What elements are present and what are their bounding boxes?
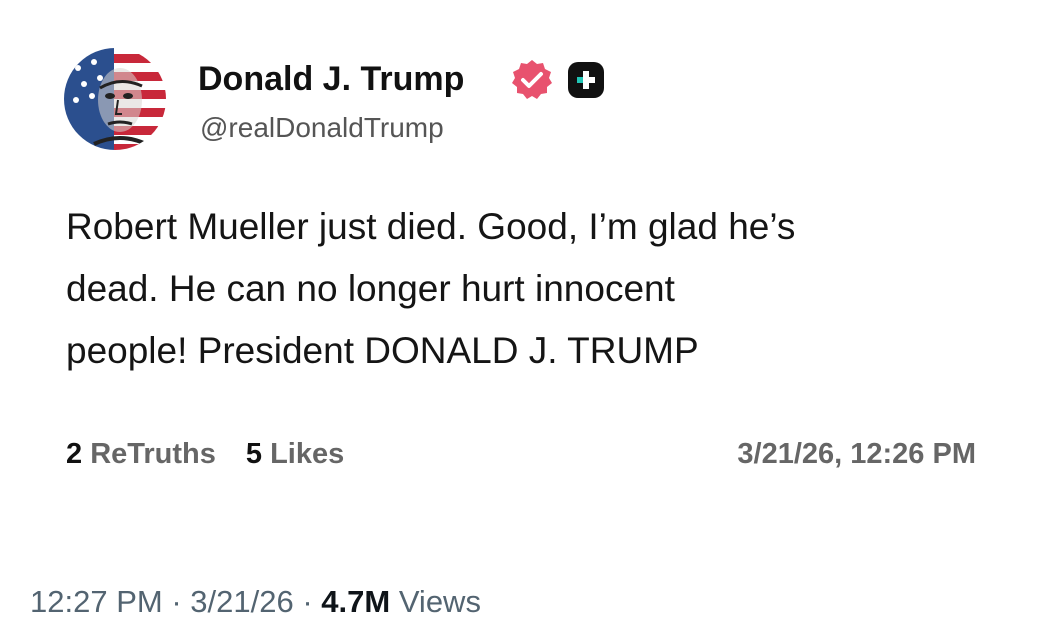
- post-text-line: people! President DONALD J. TRUMP: [66, 330, 699, 371]
- post-text-line: Robert Mueller just died. Good, I’m glad…: [66, 206, 796, 247]
- post-text-line: dead. He can no longer hurt innocent: [66, 268, 675, 309]
- footer-time[interactable]: 12:27 PM: [30, 584, 163, 619]
- views-count[interactable]: 4.7M: [321, 584, 390, 619]
- likes-label: Likes: [270, 438, 345, 470]
- avatar-image: [64, 48, 166, 150]
- post-stats: 2 ReTruths 5 Likes: [66, 438, 374, 471]
- avatar[interactable]: [64, 48, 166, 150]
- plus-badge-icon: [568, 62, 604, 98]
- author-handle[interactable]: @realDonaldTrump: [200, 112, 444, 144]
- author-display-name[interactable]: Donald J. Trump: [198, 60, 464, 99]
- views-label: Views: [398, 584, 481, 619]
- tweet-footer: 12:27 PM · 3/21/26 · 4.7M Views: [30, 584, 481, 620]
- footer-date[interactable]: 3/21/26: [190, 584, 293, 619]
- retruths-label: ReTruths: [90, 438, 216, 470]
- likes-count: 5: [245, 438, 263, 470]
- post-timestamp: 3/21/26, 12:26 PM: [737, 438, 976, 470]
- verified-badge-icon: [512, 60, 552, 99]
- footer-separator: ·: [162, 584, 191, 619]
- retruths-stat[interactable]: 2 ReTruths: [66, 438, 216, 470]
- footer-separator: ·: [293, 584, 322, 619]
- likes-stat[interactable]: 5 Likes: [246, 438, 344, 470]
- post-text: Robert Mueller just died. Good, I’m glad…: [66, 196, 996, 382]
- retruths-count: 2: [66, 438, 83, 470]
